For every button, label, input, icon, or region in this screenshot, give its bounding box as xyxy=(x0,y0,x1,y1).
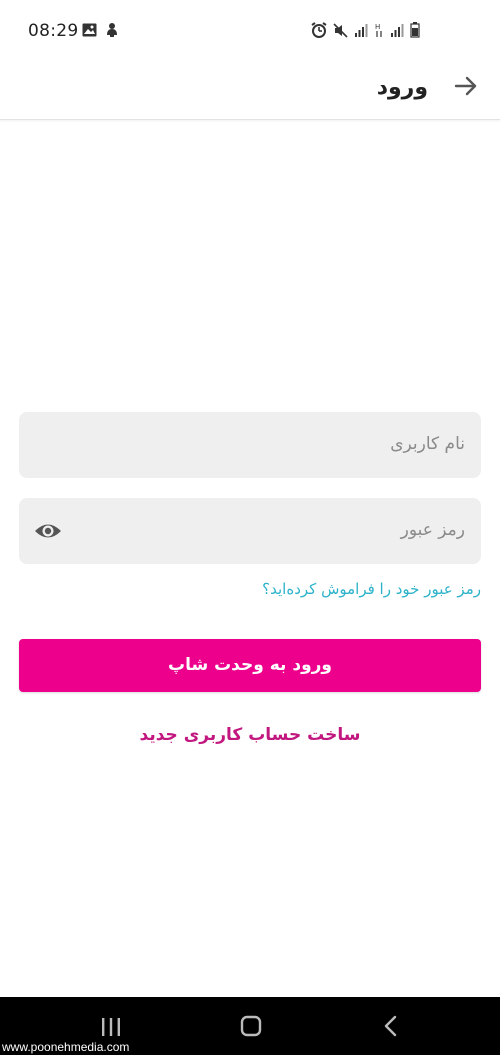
forgot-password-link[interactable]: رمز عبور خود را فراموش کرده‌اید؟ xyxy=(262,580,481,598)
image-icon xyxy=(82,23,97,36)
app-bar: ورود xyxy=(0,62,500,120)
status-right-icons: H xyxy=(311,22,420,38)
back-icon[interactable] xyxy=(383,1015,399,1037)
status-time: 08:29 xyxy=(28,21,79,41)
arrow-right-icon[interactable] xyxy=(452,72,480,100)
home-icon[interactable] xyxy=(240,1015,262,1037)
mute-icon xyxy=(333,22,348,38)
signal-icon xyxy=(355,24,368,37)
signal-icon xyxy=(391,24,404,37)
status-bar: 08:29 H xyxy=(0,0,500,62)
user-bell-icon xyxy=(107,23,117,37)
register-link[interactable]: ساخت حساب کاربری جدید xyxy=(0,725,500,745)
recents-icon[interactable] xyxy=(100,1017,122,1037)
password-field[interactable]: رمز عبور xyxy=(19,498,481,564)
alarm-icon xyxy=(311,22,327,38)
username-field[interactable]: نام کاربری xyxy=(19,412,481,478)
eye-icon[interactable] xyxy=(33,517,63,545)
data-icon: H xyxy=(375,23,382,37)
login-button[interactable]: ورود به وحدت شاپ xyxy=(19,639,481,692)
page-title: ورود xyxy=(376,75,428,100)
svg-text:H: H xyxy=(375,23,380,31)
battery-icon xyxy=(410,22,420,38)
status-left-icons xyxy=(82,22,119,37)
password-placeholder: رمز عبور xyxy=(400,520,465,540)
username-placeholder: نام کاربری xyxy=(390,434,465,454)
login-screen: 08:29 H ورود نام کاربری رمز عبور رمز عبو… xyxy=(0,0,500,1055)
watermark: www.poonehmedia.com xyxy=(2,1040,130,1054)
